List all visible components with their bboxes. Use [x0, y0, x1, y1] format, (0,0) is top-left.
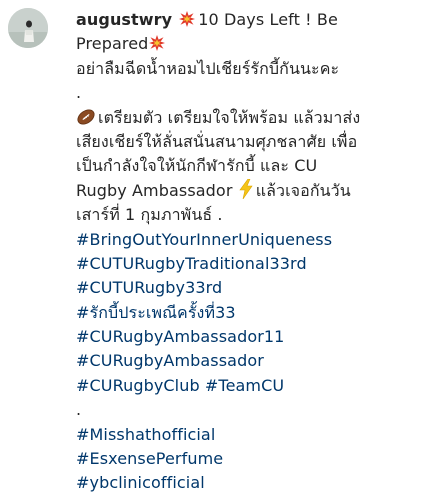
- hashtag-link[interactable]: #Misshathofficial: [76, 425, 215, 444]
- hashtag-line: #รักบี้ประเพณีครั้งที่33: [76, 301, 416, 325]
- hashtag-link[interactable]: #CURugbyAmbassador11: [76, 327, 284, 346]
- caption-line-1: augustwry 10 Days Left ! Be: [76, 8, 416, 32]
- hashtag-line: #EsxensePerfume: [76, 447, 416, 471]
- hashtag-link-club[interactable]: #CURugbyClub: [76, 376, 200, 395]
- caption-body-line-1: เตรียมตัว เตรียมใจให้พร้อม แล้วมาส่ง: [76, 106, 416, 130]
- caption-body-text-4b: แล้วเจอกันวัน: [255, 180, 351, 200]
- hashtag-link-team[interactable]: #TeamCU: [205, 376, 284, 395]
- hashtag-link[interactable]: #EsxensePerfume: [76, 449, 223, 468]
- hashtag-line: #CUTURugby33rd: [76, 276, 416, 300]
- instagram-post-caption: augustwry 10 Days Left ! Be Prepared อย่า…: [0, 0, 425, 492]
- caption-body-line-5: เสาร์ที่ 1 กุมภาพันธ์ .: [76, 205, 223, 225]
- caption-line-2: Prepared: [76, 32, 416, 56]
- collision-emoji-icon: [178, 10, 196, 35]
- avatar-photo-icon: [8, 8, 48, 48]
- hashtag-line: #CURugbyClub #TeamCU: [76, 374, 416, 398]
- caption-separator-dot: .: [76, 400, 82, 420]
- caption-body-line-4: Rugby Ambassador แล้วเจอกันวัน: [76, 178, 416, 206]
- hashtag-link[interactable]: #ybclinicofficial: [76, 473, 205, 492]
- hashtag-line: #Misshathofficial: [76, 423, 416, 447]
- lightning-emoji-icon: [238, 178, 254, 206]
- hashtag-link[interactable]: #CUTURugbyTraditional33rd: [76, 254, 307, 273]
- caption-body: augustwry 10 Days Left ! Be Prepared อย่า…: [76, 8, 416, 496]
- hashtag-link[interactable]: #BringOutYourInnerUniqueness: [76, 230, 332, 249]
- collision-emoji-icon: [148, 34, 166, 59]
- hashtag-link[interactable]: #รักบี้ประเพณีครั้งที่33: [76, 303, 236, 322]
- username-link[interactable]: augustwry: [76, 10, 172, 29]
- caption-body-text-1: เตรียมตัว เตรียมใจให้พร้อม แล้วมาส่ง: [98, 107, 361, 127]
- hashtag-line: #ybclinicofficial: [76, 471, 416, 495]
- hashtag-link[interactable]: #CURugbyAmbassador: [76, 351, 264, 370]
- hashtag-line: #CURugbyAmbassador11: [76, 325, 416, 349]
- caption-body-line-2: เสียงเชียร์ให้ลั่นสนั่นสนามศุภชลาศัย เพื…: [76, 131, 358, 151]
- caption-separator-dot: .: [76, 83, 82, 103]
- caption-line-3: อย่าลืมฉีดน้ำหอมไปเชียร์รักบี้กันนะคะ: [76, 58, 340, 78]
- profile-avatar[interactable]: [8, 8, 48, 48]
- caption-title-part1: 10 Days Left ! Be: [198, 10, 338, 29]
- caption-title-part2: Prepared: [76, 34, 149, 54]
- hashtag-line: #CURugbyAmbassador: [76, 349, 416, 373]
- hashtag-link[interactable]: #CUTURugby33rd: [76, 278, 222, 297]
- hashtag-line: #BringOutYourInnerUniqueness: [76, 228, 416, 252]
- caption-body-line-3: เป็นกำลังใจให้นักกีฬารักบี้ และ CU: [76, 156, 318, 176]
- hashtag-line: #CUTURugbyTraditional33rd: [76, 252, 416, 276]
- caption-body-text-4: Rugby Ambassador: [76, 180, 233, 200]
